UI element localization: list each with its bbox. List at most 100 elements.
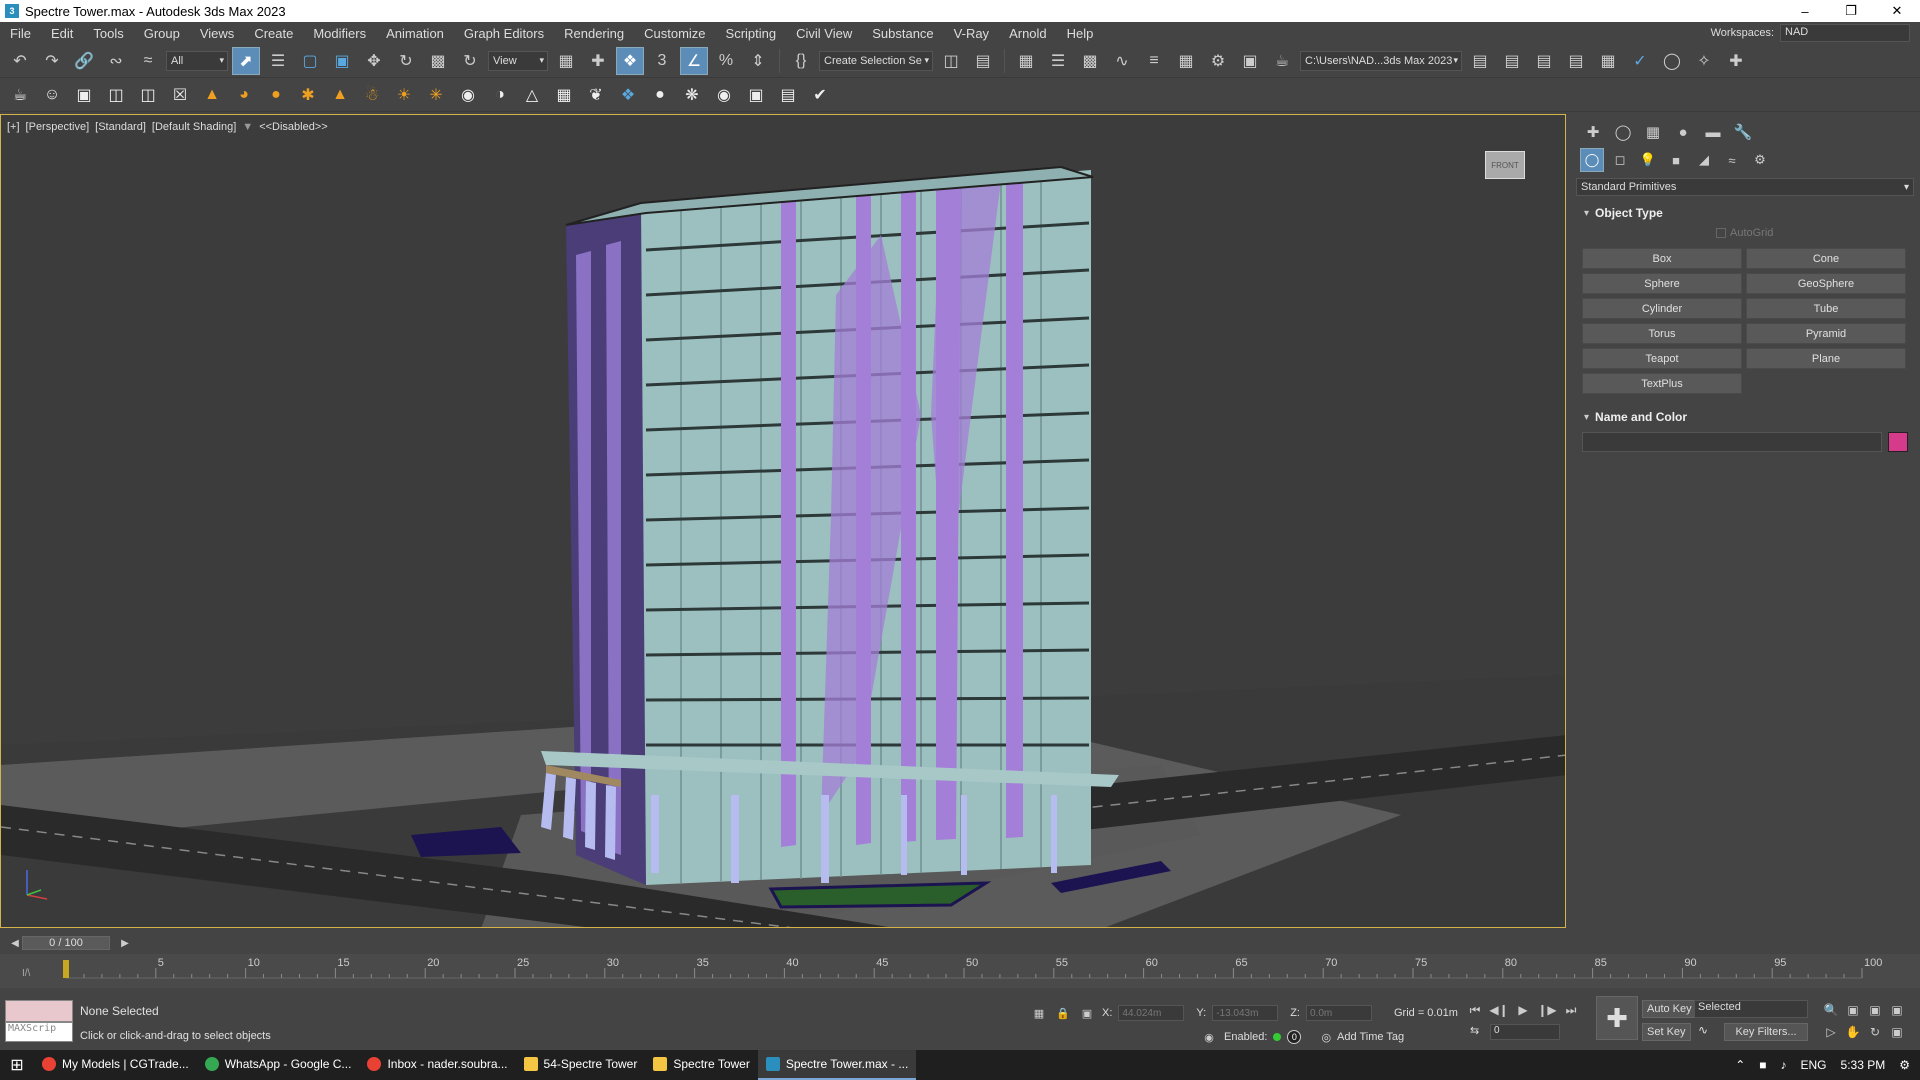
workspaces-dropdown[interactable]: NAD — [1780, 24, 1910, 42]
link-icon[interactable]: 🔗 — [70, 47, 98, 75]
maximize-viewport-icon[interactable]: ▣ — [1886, 1022, 1908, 1042]
vray-scene-icon[interactable]: ☒ — [166, 81, 194, 109]
filter-icon[interactable]: ▼ — [242, 121, 253, 133]
undo-icon[interactable]: ↶ — [6, 47, 34, 75]
menu-animation[interactable]: Animation — [376, 26, 454, 41]
create-tab-icon[interactable]: ✚ — [1580, 119, 1606, 145]
redo-icon[interactable]: ↷ — [38, 47, 66, 75]
snaps-toggle-icon[interactable]: 3 — [648, 47, 676, 75]
align-icon[interactable]: ▤ — [969, 47, 997, 75]
menu-create[interactable]: Create — [244, 26, 303, 41]
menu-customize[interactable]: Customize — [634, 26, 715, 41]
rectangular-selection-icon[interactable]: ▢ — [296, 47, 324, 75]
taskbar-item[interactable]: Spectre Tower — [645, 1050, 757, 1080]
motion-tab-icon[interactable]: ● — [1670, 119, 1696, 145]
unlink-icon[interactable]: ∾ — [102, 47, 130, 75]
geometry-category-dropdown[interactable]: Standard Primitives — [1576, 178, 1914, 196]
set-key-big-icon[interactable]: ✚ — [1596, 996, 1638, 1040]
save-icon[interactable]: ▦ — [1594, 47, 1622, 75]
taskbar-item[interactable]: My Models | CGTrade... — [34, 1050, 197, 1080]
modify-tab-icon[interactable]: ◯ — [1610, 119, 1636, 145]
viewport-point-of-view[interactable]: [Perspective] — [26, 121, 90, 133]
absolute-mode-icon[interactable]: ▣ — [1078, 1004, 1096, 1022]
sun-icon[interactable]: ☀ — [390, 81, 418, 109]
spot-light-icon[interactable]: ▲ — [326, 81, 354, 109]
taskbar-item[interactable]: WhatsApp - Google C... — [197, 1050, 360, 1080]
dome-light-icon[interactable]: ◕ — [230, 81, 258, 109]
vray-decal-icon[interactable]: ▦ — [550, 81, 578, 109]
zero-badge-icon[interactable]: 0 — [1287, 1030, 1302, 1044]
language-indicator[interactable]: ENG — [1801, 1058, 1827, 1072]
check-icon[interactable]: ✓ — [1626, 47, 1654, 75]
play-icon[interactable]: ▶ — [1513, 1000, 1533, 1020]
menu-scripting[interactable]: Scripting — [716, 26, 787, 41]
geosphere-button[interactable]: GeoSphere — [1746, 273, 1906, 294]
frame-buffer-icon[interactable]: ▣ — [70, 81, 98, 109]
show-hidden-icons-icon[interactable]: ⌃ — [1735, 1058, 1745, 1072]
bind-space-warp-icon[interactable]: ≈ — [134, 47, 162, 75]
box-button[interactable]: Box — [1582, 248, 1742, 269]
named-selection-set-dropdown[interactable]: Create Selection Se — [819, 50, 933, 71]
open-project-icon[interactable]: ▤ — [1466, 47, 1494, 75]
cylinder-button[interactable]: Cylinder — [1582, 298, 1742, 319]
zoom-all-icon[interactable]: ▣ — [1842, 1000, 1864, 1020]
viewport-general-menu[interactable]: [+] — [7, 121, 20, 133]
go-to-end-icon[interactable]: ⏭ — [1561, 1000, 1581, 1020]
time-slider-thumb[interactable]: 0 / 100 — [22, 936, 110, 950]
menu-help[interactable]: Help — [1057, 26, 1104, 41]
ies-light-icon[interactable]: ☃ — [358, 81, 386, 109]
volume-icon[interactable]: ♪ — [1781, 1058, 1787, 1072]
pivot-center-icon[interactable]: ▦ — [552, 47, 580, 75]
network-icon[interactable]: ■ — [1759, 1058, 1766, 1072]
ambient-light-icon[interactable]: ✳ — [422, 81, 450, 109]
menu-modifiers[interactable]: Modifiers — [303, 26, 376, 41]
add-time-tag[interactable]: Add Time Tag — [1337, 1031, 1404, 1043]
object-type-title[interactable]: Object Type — [1576, 204, 1914, 222]
vray-fur-2-icon[interactable]: ❦ — [582, 81, 610, 109]
move-tool-icon[interactable]: ✚ — [1722, 47, 1750, 75]
default-in-out-tangent-icon[interactable]: ∿ — [1698, 1023, 1708, 1037]
lights-icon[interactable]: 💡 — [1636, 148, 1660, 172]
menu-graph-editors[interactable]: Graph Editors — [454, 26, 554, 41]
menu-edit[interactable]: Edit — [41, 26, 83, 41]
hierarchy-tab-icon[interactable]: ▦ — [1640, 119, 1666, 145]
minimize-icon[interactable]: – — [1782, 0, 1828, 22]
vray-plane-icon[interactable]: △ — [518, 81, 546, 109]
mesh-light-icon[interactable]: ✱ — [294, 81, 322, 109]
pyramid-button[interactable]: Pyramid — [1746, 323, 1906, 344]
y-coordinate-field[interactable]: -13.043m — [1212, 1005, 1279, 1021]
key-filters-button[interactable]: Key Filters... — [1724, 1023, 1808, 1041]
sphere-button[interactable]: Sphere — [1582, 273, 1742, 294]
x-coordinate-field[interactable]: 44.024m — [1118, 1005, 1185, 1021]
vray-clipper-icon[interactable]: ❖ — [614, 81, 642, 109]
mirror-icon[interactable]: ◫ — [937, 47, 965, 75]
go-to-start-icon[interactable]: ⏮ — [1465, 1000, 1485, 1020]
shapes-icon[interactable]: ◻ — [1608, 148, 1632, 172]
geometry-icon[interactable]: ◯ — [1580, 148, 1604, 172]
time-tag-icon[interactable]: ◎ — [1321, 1031, 1331, 1044]
spinner-snap-icon[interactable]: ⇕ — [744, 47, 772, 75]
render-setup-icon[interactable]: ⚙ — [1204, 47, 1232, 75]
viewport-shading-menu[interactable]: [Default Shading] — [152, 121, 236, 133]
select-manipulate-icon[interactable]: ❖ — [616, 46, 644, 75]
object-name-field[interactable] — [1582, 432, 1882, 452]
vray-object-icon[interactable]: ◫ — [102, 81, 130, 109]
systems-icon[interactable]: ⚙ — [1748, 148, 1772, 172]
next-key-icon[interactable]: ❙▶ — [1537, 1000, 1557, 1020]
window-crossing-icon[interactable]: ▣ — [328, 47, 356, 75]
material-lib-icon[interactable]: ❋ — [678, 81, 706, 109]
select-rotate-icon[interactable]: ↻ — [392, 47, 420, 75]
orbit-icon[interactable]: ↻ — [1864, 1022, 1886, 1042]
taskbar-item[interactable]: Spectre Tower.max - ... — [757, 1050, 917, 1080]
clock[interactable]: 5:33 PM — [1841, 1058, 1886, 1072]
previous-frame-icon[interactable]: ◀ — [8, 936, 22, 950]
field-of-view-icon[interactable]: ▷ — [1820, 1022, 1842, 1042]
project-icon-4[interactable]: ▤ — [1562, 47, 1590, 75]
teapot-icon[interactable]: ☕ — [6, 81, 34, 109]
project-icon-3[interactable]: ▤ — [1530, 47, 1558, 75]
rendered-frame-window-icon[interactable]: ▣ — [1236, 47, 1264, 75]
select-object-icon[interactable]: ⬈ — [232, 46, 260, 75]
angle-snap-icon[interactable]: ∠ — [680, 46, 708, 75]
menu-tools[interactable]: Tools — [83, 26, 133, 41]
select-by-name-icon[interactable]: ☰ — [264, 47, 292, 75]
